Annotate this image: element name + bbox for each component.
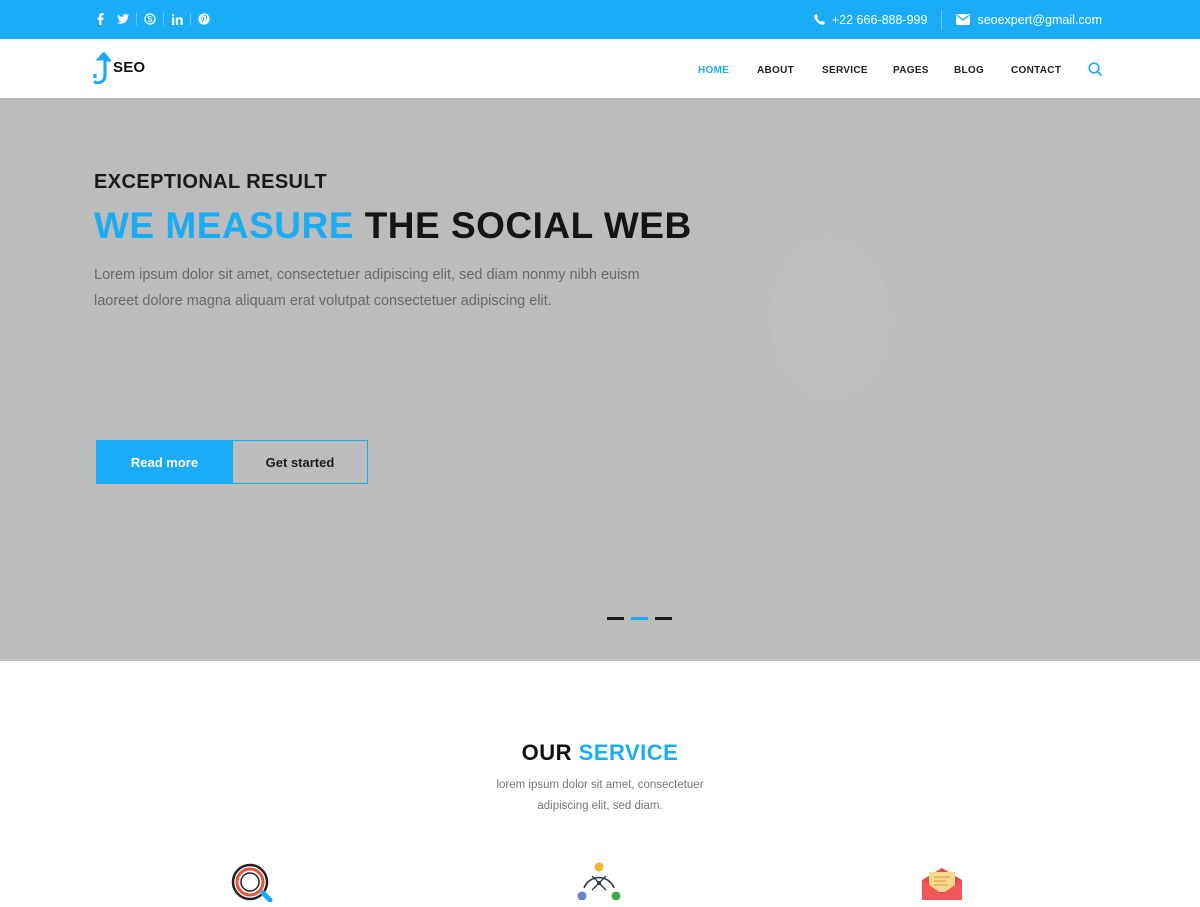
phone-contact[interactable]: +22 666-888-999 bbox=[813, 12, 928, 27]
twitter-icon[interactable] bbox=[117, 12, 129, 26]
logo-arrow-icon bbox=[93, 52, 111, 84]
phone-number: +22 666-888-999 bbox=[831, 12, 928, 27]
top-bar: +22 666-888-999 seoexpert@gmail.com bbox=[0, 0, 1200, 39]
read-more-button[interactable]: Read more bbox=[96, 440, 233, 484]
hero-text-line: laoreet dolore magna aliquam erat volutp… bbox=[94, 293, 552, 309]
headline-rest: THE SOCIAL WEB bbox=[364, 205, 692, 246]
contact-info: +22 666-888-999 seoexpert@gmail.com bbox=[813, 0, 1102, 39]
divider bbox=[136, 13, 137, 25]
email-address: seoexpert@gmail.com bbox=[977, 12, 1102, 27]
envelope-icon bbox=[920, 866, 964, 905]
email-contact[interactable]: seoexpert@gmail.com bbox=[956, 13, 1102, 27]
pinterest-icon[interactable] bbox=[198, 12, 210, 26]
facebook-icon[interactable] bbox=[94, 12, 106, 26]
nav-service[interactable]: SERVICE bbox=[822, 65, 868, 76]
service-subtitle-line: lorem ipsum dolor sit amet, consectetuer bbox=[496, 779, 704, 791]
slider-dot-1[interactable] bbox=[607, 617, 624, 620]
linkedin-icon[interactable] bbox=[171, 12, 183, 26]
nav-home[interactable]: HOME bbox=[698, 65, 729, 76]
social-links bbox=[94, 12, 221, 26]
main-navbar: SEO HOME ABOUT SERVICE PAGES BLOG CONTAC… bbox=[0, 39, 1200, 98]
skype-icon[interactable] bbox=[144, 12, 156, 26]
network-icon bbox=[576, 860, 622, 905]
divider bbox=[941, 9, 943, 30]
envelope-icon bbox=[956, 14, 971, 25]
nav-about[interactable]: ABOUT bbox=[757, 65, 794, 76]
service-subtitle-line: adipiscing elit, sed diam. bbox=[537, 800, 663, 812]
service-title: OUR SERVICE bbox=[0, 740, 1200, 766]
divider bbox=[190, 13, 191, 25]
nav-pages[interactable]: PAGES bbox=[893, 65, 929, 76]
nav-blog[interactable]: BLOG bbox=[954, 65, 984, 76]
magnifier-icon bbox=[230, 862, 276, 907]
hero-headline: WE MEASURE THE SOCIAL WEB bbox=[94, 205, 692, 247]
hero-text-line: Lorem ipsum dolor sit amet, consectetuer… bbox=[94, 267, 640, 283]
service-title-accent: SERVICE bbox=[578, 740, 679, 765]
hero-kicker: EXCEPTIONAL RESULT bbox=[94, 171, 328, 193]
phone-icon bbox=[813, 14, 825, 25]
nav-contact[interactable]: CONTACT bbox=[1011, 65, 1061, 76]
hero-background-shape bbox=[770, 238, 890, 398]
slider-dot-3[interactable] bbox=[655, 617, 672, 620]
slider-dot-2[interactable] bbox=[631, 617, 648, 620]
service-subtitle: lorem ipsum dolor sit amet, consectetuer… bbox=[470, 775, 730, 817]
logo-text: SEO bbox=[113, 59, 146, 76]
get-started-button[interactable]: Get started bbox=[232, 440, 368, 484]
service-title-dark: OUR bbox=[521, 740, 573, 765]
headline-accent: WE MEASURE bbox=[94, 205, 354, 246]
search-icon[interactable] bbox=[1088, 62, 1102, 81]
divider bbox=[163, 13, 164, 25]
slider-pagination bbox=[607, 617, 679, 620]
logo[interactable]: SEO bbox=[93, 52, 145, 84]
hero-description: Lorem ipsum dolor sit amet, consectetuer… bbox=[94, 262, 714, 314]
